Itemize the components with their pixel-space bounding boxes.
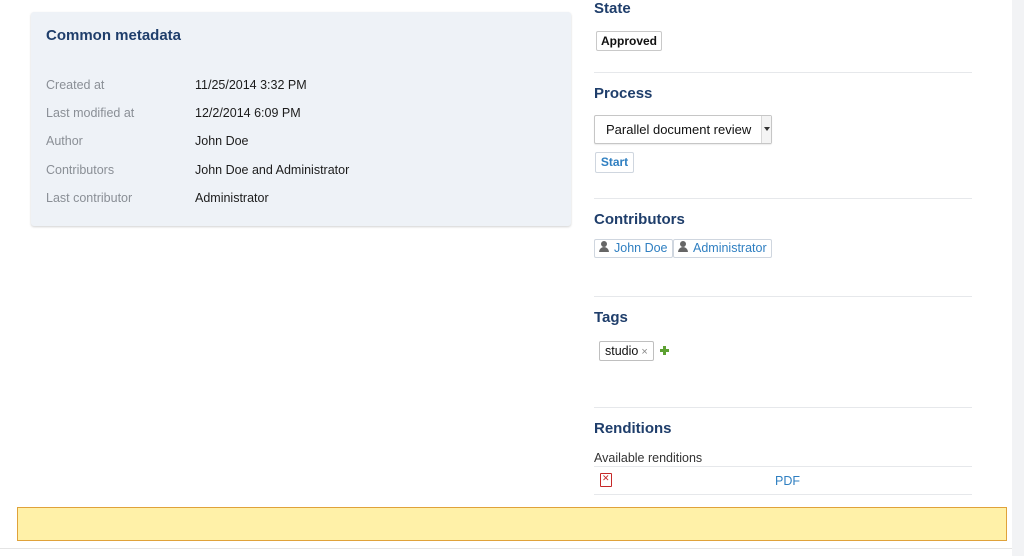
divider bbox=[0, 548, 1012, 549]
contributors-value: John Doe and Administrator bbox=[195, 163, 350, 177]
created-at-value: 11/25/2014 3:32 PM bbox=[195, 78, 307, 92]
document-sidebar: State Approved Process Parallel document… bbox=[594, 0, 972, 556]
last-contributor-label: Last contributor bbox=[46, 191, 133, 205]
author-value: John Doe bbox=[195, 134, 249, 148]
pdf-icon bbox=[600, 473, 612, 487]
notification-bar bbox=[17, 507, 1007, 541]
user-icon bbox=[598, 241, 611, 253]
state-badge: Approved bbox=[596, 31, 663, 51]
remove-tag-icon[interactable]: × bbox=[641, 346, 647, 358]
author-label: Author bbox=[46, 134, 83, 148]
process-select-value: Parallel document review bbox=[606, 122, 752, 137]
contributors-label: Contributors bbox=[46, 163, 115, 177]
pdf-rendition-link[interactable]: PDF bbox=[775, 474, 800, 488]
state-title: State bbox=[594, 0, 631, 17]
created-at-label: Created at bbox=[46, 78, 105, 92]
process-title: Process bbox=[594, 85, 653, 102]
contributor-name: John Doe bbox=[614, 241, 668, 255]
available-renditions-label: Available renditions bbox=[594, 451, 703, 465]
contributors-title: Contributors bbox=[594, 211, 685, 228]
last-modified-value: 12/2/2014 6:09 PM bbox=[195, 106, 301, 120]
divider bbox=[594, 72, 972, 73]
start-process-button[interactable]: Start bbox=[595, 152, 634, 173]
divider bbox=[594, 198, 972, 199]
contributor-link[interactable]: John Doe bbox=[594, 239, 673, 258]
renditions-title: Renditions bbox=[594, 420, 672, 437]
process-select[interactable]: Parallel document review bbox=[594, 115, 772, 144]
last-modified-label: Last modified at bbox=[46, 106, 135, 120]
tags-title: Tags bbox=[594, 309, 628, 326]
divider bbox=[594, 407, 972, 408]
contributor-link[interactable]: Administrator bbox=[673, 239, 772, 258]
contributor-name: Administrator bbox=[693, 241, 767, 255]
last-contributor-value: Administrator bbox=[195, 191, 269, 205]
tag-chip: studio × bbox=[599, 341, 654, 361]
tag-label: studio bbox=[605, 344, 639, 358]
divider bbox=[594, 296, 972, 297]
chevron-down-icon bbox=[761, 116, 771, 143]
common-metadata-title: Common metadata bbox=[46, 27, 182, 44]
common-metadata-card: Common metadata Created at 11/25/2014 3:… bbox=[31, 12, 571, 226]
add-tag-icon[interactable] bbox=[660, 346, 669, 355]
user-icon bbox=[677, 241, 690, 253]
rendition-row: PDF bbox=[594, 466, 972, 495]
page: Common metadata Created at 11/25/2014 3:… bbox=[0, 0, 1012, 556]
